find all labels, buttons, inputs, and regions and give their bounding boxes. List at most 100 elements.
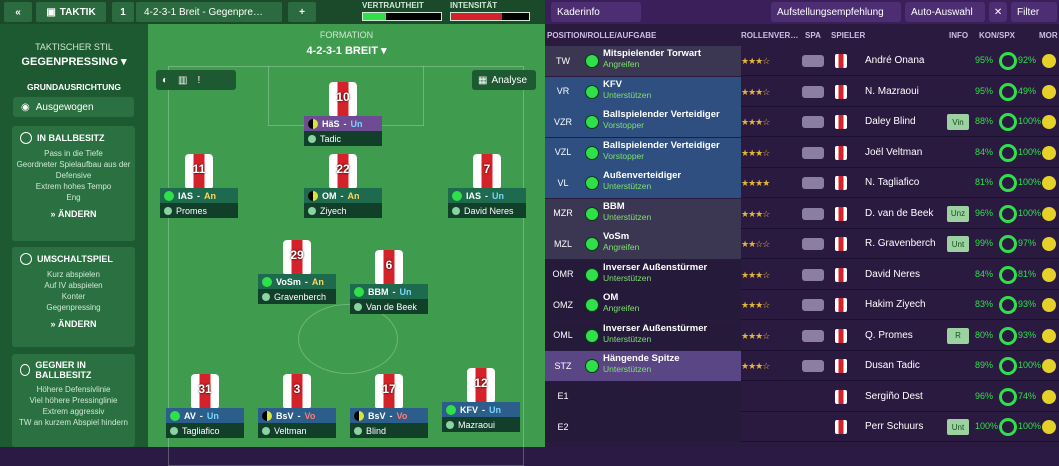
col-header[interactable]: SPIELER: [831, 31, 865, 40]
table-row[interactable]: STZ Hängende Spitze Unterstützen ★★★☆ Dusan …: [545, 351, 1059, 381]
tactic-dropdown[interactable]: 4-2-3-1 Breit - Gegenpre…: [136, 2, 282, 22]
player-name[interactable]: Daley Blind: [865, 116, 916, 127]
morale-icon: [1042, 206, 1056, 221]
player-slot-vl[interactable]: 31 AV - Un Tagliafico: [166, 374, 244, 438]
sharpness-ring-icon: [999, 387, 1017, 406]
player-slot-omr[interactable]: 7 IAS - Un David Neres: [448, 154, 526, 218]
player-slot-vr[interactable]: 12 KFV - Un Mazraoui: [442, 368, 520, 432]
spa-toggle[interactable]: [802, 116, 824, 128]
morale-icon: [1042, 298, 1056, 312]
stil-value: GEGENPRESSING: [21, 56, 118, 68]
tactic-slot[interactable]: 1: [112, 2, 134, 22]
table-row[interactable]: E1 Sergiño Dest 96% 74%: [545, 381, 1059, 412]
spa-toggle[interactable]: [802, 329, 824, 342]
player-slot-st[interactable]: 10 HäS - Un Tadic: [304, 82, 382, 146]
player-icon: [354, 302, 362, 311]
spa-toggle[interactable]: [802, 207, 824, 220]
back-button[interactable]: «: [4, 2, 32, 22]
table-row[interactable]: VR KFV Unterstützen ★★★☆ N. Mazraoui 95% 49%: [545, 76, 1059, 107]
player-name[interactable]: David Neres: [865, 269, 920, 280]
chart-icon[interactable]: ▥: [178, 75, 187, 86]
player-name[interactable]: Q. Promes: [865, 330, 913, 341]
player-name[interactable]: Hakim Ziyech: [865, 299, 926, 310]
stil-dropdown[interactable]: GEGENPRESSING ▾: [0, 55, 148, 68]
grund-label: GRUNDAUSRICHTUNG: [27, 82, 121, 92]
spa-toggle[interactable]: [802, 360, 824, 372]
role-name: Inverser Außenstürmer: [603, 261, 708, 273]
morale-icon: [1042, 420, 1056, 434]
spa-toggle[interactable]: [802, 268, 824, 281]
morale-icon: [1042, 267, 1056, 282]
position-label: VZL: [554, 147, 572, 157]
col-header[interactable]: ROLLENVER…: [741, 31, 798, 40]
shirt-number: 22: [336, 162, 350, 176]
shirt-icon: [835, 389, 847, 404]
warning-icon[interactable]: !: [198, 75, 201, 86]
col-header[interactable]: KON/SPX: [979, 31, 1015, 40]
player-name[interactable]: Sergiño Dest: [865, 391, 923, 402]
player-name[interactable]: N. Mazraoui: [865, 86, 919, 97]
player-slot-mzr[interactable]: 6 BBM - Un Van de Beek: [350, 250, 428, 314]
condition-value: 95%: [975, 85, 994, 96]
spa-toggle[interactable]: [802, 55, 824, 67]
player-slot-omz[interactable]: 22 OM - An Ziyech: [304, 154, 382, 218]
player-name[interactable]: Dusan Tadic: [865, 360, 920, 371]
role-label: KFV: [460, 404, 478, 415]
col-header[interactable]: INFO: [949, 31, 968, 40]
tab-taktik[interactable]: ▣ TAKTIK: [36, 2, 106, 22]
spa-toggle[interactable]: [802, 177, 824, 189]
player-icon: [262, 426, 270, 435]
player-name[interactable]: D. van de Beek: [865, 208, 933, 219]
player-name[interactable]: Perr Schuurs: [865, 421, 923, 432]
sharpness-value: 93%: [1018, 299, 1037, 309]
table-row[interactable]: E2 Perr Schuurs Unt 100% 100%: [545, 412, 1059, 442]
center-circle: [298, 304, 398, 374]
spa-toggle[interactable]: [802, 85, 824, 98]
player-slot-vzr[interactable]: 17 BsV - Vo Blind: [350, 374, 428, 438]
spa-toggle[interactable]: [802, 299, 824, 311]
player-name[interactable]: Joël Veltman: [865, 147, 922, 158]
table-row[interactable]: OMZ OM Angreifen ★★★☆ Hakim Ziyech 83% 93%: [545, 290, 1059, 320]
table-row[interactable]: MZR BBM Unterstützen ★★★☆ D. van de Beek Unz 9…: [545, 198, 1059, 229]
kaderinfo-dropdown[interactable]: Kaderinfo: [551, 2, 641, 22]
spa-toggle[interactable]: [802, 238, 824, 250]
table-row[interactable]: VZR Ballspielender Verteidiger Vorstopper ★…: [545, 107, 1059, 137]
table-row[interactable]: OMR Inverser Außenstürmer Unterstützen ★★★☆…: [545, 259, 1059, 290]
section-umschaltspiel: UMSCHALTSPIEL Kurz abspielen Auf IV abspi…: [12, 247, 135, 347]
col-header[interactable]: SPA: [805, 31, 821, 40]
grund-dropdown[interactable]: ◉ Ausgewogen: [13, 97, 134, 117]
aufstellung-button[interactable]: Aufstellungsempfehlung: [771, 2, 901, 22]
condition-value: 96%: [975, 207, 994, 218]
aendern-button[interactable]: » ÄNDERN: [12, 313, 135, 335]
aendern-button[interactable]: » ÄNDERN: [12, 203, 135, 225]
condition-value: 99%: [975, 238, 994, 248]
player-slot-vzl[interactable]: 3 BsV - Vo Veltman: [258, 374, 336, 438]
player-slot-mzl[interactable]: 29 VoSm - An Gravenberch: [258, 240, 336, 304]
formation-dropdown[interactable]: 4-2-3-1 BREIT ▾: [148, 44, 545, 57]
setting-line: Höhere Defensivlinie: [36, 385, 111, 394]
role-rating: ★★★☆: [741, 361, 770, 371]
player-name[interactable]: N. Tagliafico: [865, 177, 919, 188]
auto-auswahl-button[interactable]: Auto-Auswahl: [905, 2, 985, 22]
col-header[interactable]: POSITION/ROLLE/AUFGABE: [547, 31, 656, 40]
add-tactic-button[interactable]: +: [288, 2, 316, 22]
section-gegner-ballbesitz: GEGNER IN BALLBESITZ Höhere Defensivlini…: [12, 354, 135, 447]
table-row[interactable]: VZL Ballspielender Verteidiger Vorstopper ★…: [545, 137, 1059, 168]
table-row[interactable]: TW Mitspielender Torwart Angreifen ★★★☆ Andr…: [545, 46, 1059, 76]
player-name[interactable]: R. Gravenberch: [865, 238, 936, 249]
shirt-icon: [835, 298, 847, 312]
shirt-icon: [835, 176, 847, 190]
filter-button[interactable]: Filter: [1011, 2, 1057, 22]
spa-toggle[interactable]: [802, 146, 824, 159]
table-row[interactable]: MZL VoSm Angreifen ★★☆☆ R. Gravenberch Unt 99%…: [545, 229, 1059, 259]
table-row[interactable]: OML Inverser Außenstürmer Unterstützen ★★★☆…: [545, 320, 1059, 351]
close-icon[interactable]: ✕: [989, 2, 1007, 22]
contrast-icon[interactable]: ◐: [162, 75, 168, 86]
table-row[interactable]: VL Außenverteidiger Unterstützen ★★★★ N. Tag…: [545, 168, 1059, 198]
col-header[interactable]: MOR: [1039, 31, 1058, 40]
shirt-number: 31: [198, 382, 212, 396]
player-slot-oml[interactable]: 11 IAS - An Promes: [160, 154, 238, 218]
analyse-button[interactable]: ▦ Analyse: [472, 70, 536, 90]
role-rating: ★★★☆: [741, 269, 770, 280]
player-name[interactable]: André Onana: [865, 55, 925, 66]
